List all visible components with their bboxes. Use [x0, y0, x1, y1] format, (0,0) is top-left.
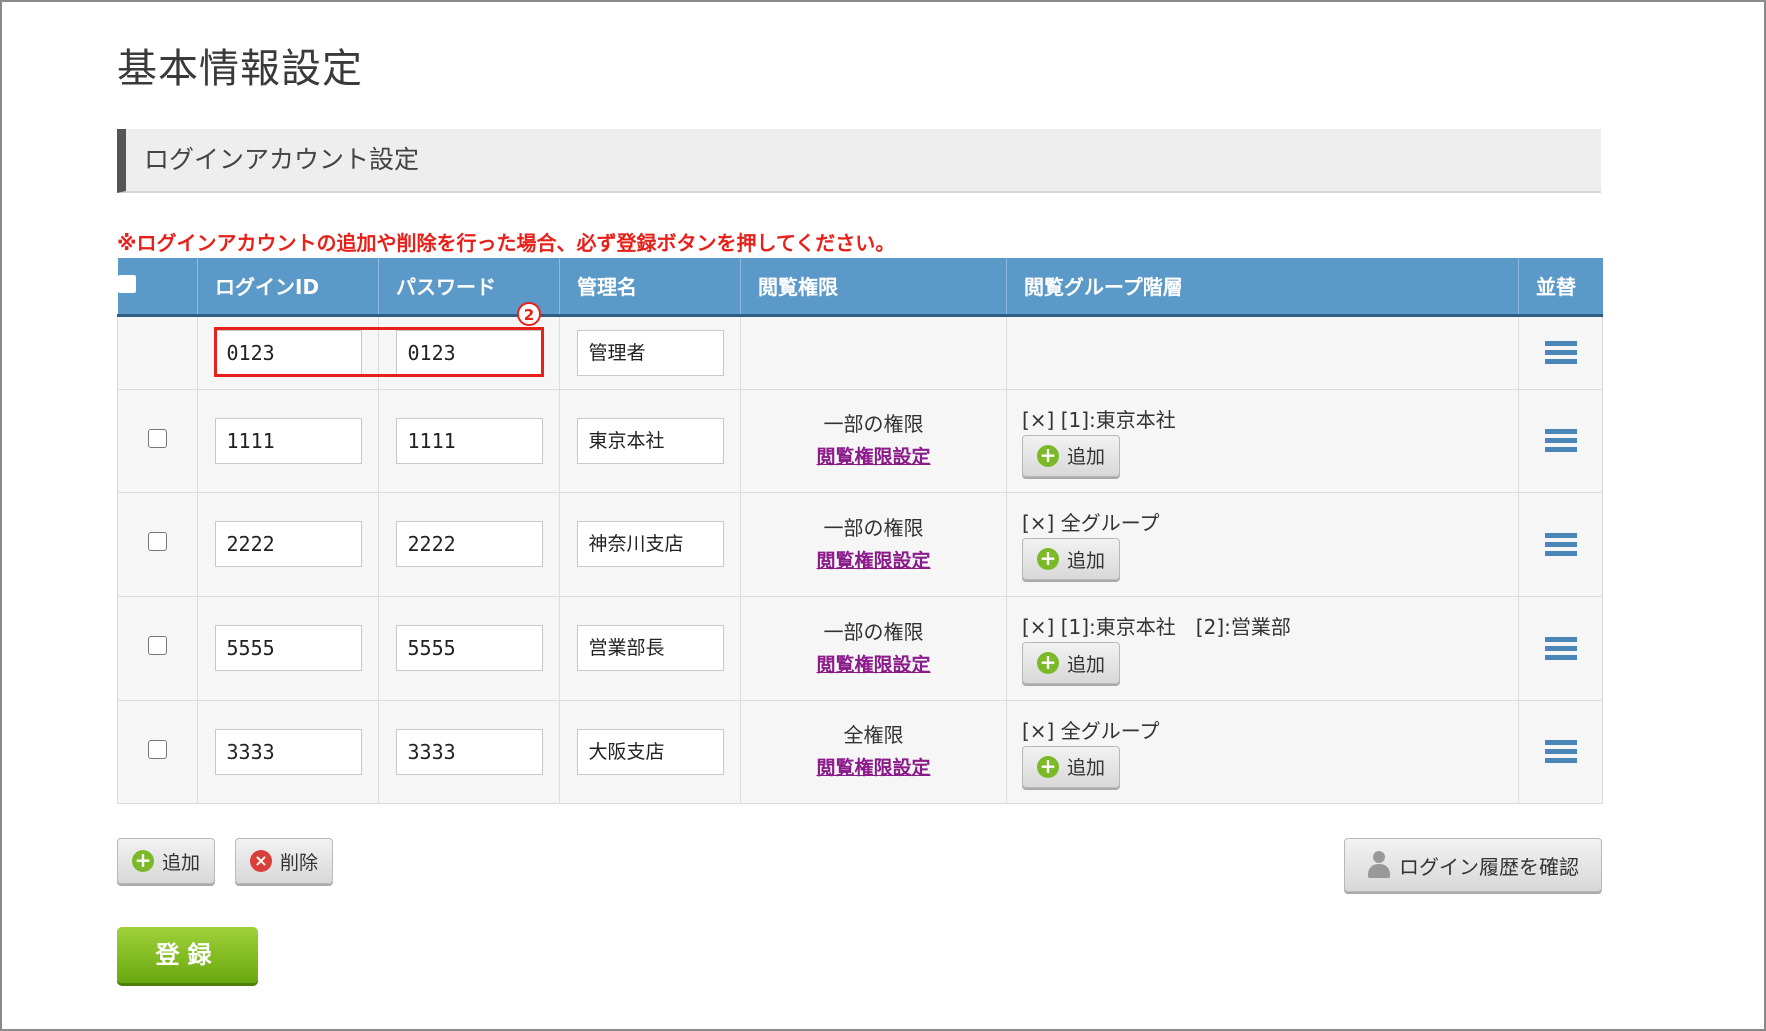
login-id-input[interactable]: 2222 — [214, 521, 362, 567]
col-view-group: 閲覧グループ階層 — [1006, 258, 1519, 317]
login-history-button[interactable]: ログイン履歴を確認 — [1344, 838, 1602, 892]
drag-handle-icon[interactable] — [1544, 636, 1577, 660]
permission-cell — [740, 314, 1007, 390]
password-input[interactable]: 2222 — [395, 521, 543, 567]
section-header: ログインアカウント設定 — [117, 129, 1601, 193]
password-input[interactable]: 5555 — [395, 625, 543, 671]
add-account-button[interactable]: + 追加 — [117, 838, 216, 884]
table-row: 3333 3333 大阪支店 全権限 閲覧権限設定 [×] 全グループ + 追加 — [117, 699, 1603, 804]
login-id-input[interactable]: 5555 — [214, 625, 362, 671]
table-row: 5555 5555 営業部長 一部の権限 閲覧権限設定 [×] [1]:東京本社… — [117, 595, 1603, 701]
step-badge: 2 — [517, 302, 541, 326]
group-cell — [1006, 314, 1519, 390]
user-icon — [1367, 851, 1391, 879]
permission-text: 全権限 — [843, 723, 904, 747]
permission-settings-link[interactable]: 閲覧権限設定 — [816, 757, 930, 779]
table-header-row: ログインID パスワード 管理名 閲覧権限 閲覧グループ階層 並替 — [117, 258, 1603, 317]
plus-icon: + — [1037, 548, 1059, 570]
permission-settings-link[interactable]: 閲覧権限設定 — [816, 654, 930, 676]
group-list: [×] 全グループ — [1022, 511, 1160, 535]
admin-name-input[interactable]: 東京本社 — [576, 417, 724, 464]
col-admin-name: 管理名 — [559, 258, 741, 317]
table-row: 2222 2222 神奈川支店 一部の権限 閲覧権限設定 [×] 全グループ +… — [117, 491, 1603, 597]
password-input[interactable]: 1111 — [395, 417, 543, 464]
row-checkbox[interactable] — [148, 636, 167, 655]
col-view-permission: 閲覧権限 — [740, 258, 1007, 317]
add-group-button[interactable]: + 追加 — [1022, 434, 1121, 477]
plus-icon: + — [1037, 444, 1059, 467]
group-list: [×] 全グループ — [1022, 718, 1160, 743]
login-id-input[interactable]: 3333 — [214, 728, 362, 775]
table-row: 1111 1111 東京本社 一部の権限 閲覧権限設定 [×] [1]:東京本社… — [117, 388, 1603, 493]
add-group-button[interactable]: + 追加 — [1022, 642, 1121, 684]
plus-icon: + — [1037, 652, 1059, 674]
permission-text: 一部の権限 — [823, 412, 924, 436]
password-input[interactable]: 3333 — [395, 728, 543, 775]
select-all-cell — [117, 258, 198, 317]
page-title: 基本情報設定 — [117, 46, 363, 92]
row-checkbox[interactable] — [148, 532, 167, 551]
plus-icon: + — [132, 850, 154, 872]
drag-handle-icon[interactable] — [1544, 532, 1577, 556]
group-list: [×] [1]:東京本社 — [1022, 407, 1176, 432]
permission-text: 一部の権限 — [823, 619, 924, 644]
drag-handle-icon[interactable] — [1544, 341, 1577, 364]
plus-icon: + — [1037, 755, 1059, 778]
group-list: [×] [1]:東京本社 [2]:営業部 — [1022, 615, 1291, 639]
drag-handle-icon[interactable] — [1544, 740, 1577, 763]
notice-text: ※ログインアカウントの追加や削除を行った場合、必ず登録ボタンを押してください。 — [117, 231, 896, 255]
add-group-button[interactable]: + 追加 — [1022, 745, 1121, 788]
select-all-checkbox[interactable] — [117, 274, 136, 293]
drag-handle-icon[interactable] — [1544, 429, 1577, 452]
row-checkbox[interactable] — [148, 739, 167, 759]
col-login-id: ログインID — [197, 258, 379, 317]
close-icon: × — [250, 850, 272, 872]
submit-button[interactable]: 登録 — [117, 927, 258, 983]
row-checkbox[interactable] — [148, 428, 167, 448]
admin-name-input[interactable]: 営業部長 — [576, 625, 724, 671]
admin-name-input[interactable]: 管理者 — [576, 329, 724, 376]
delete-account-button[interactable]: × 削除 — [235, 838, 334, 884]
admin-name-input[interactable]: 大阪支店 — [576, 728, 724, 775]
login-id-input[interactable]: 1111 — [214, 417, 362, 464]
permission-settings-link[interactable]: 閲覧権限設定 — [816, 550, 930, 572]
permission-settings-link[interactable]: 閲覧権限設定 — [816, 446, 930, 468]
highlight-box — [214, 327, 544, 377]
admin-name-input[interactable]: 神奈川支店 — [576, 521, 724, 567]
checkbox-cell — [117, 314, 198, 390]
col-sort: 並替 — [1518, 258, 1603, 317]
permission-text: 一部の権限 — [823, 515, 924, 540]
add-group-button[interactable]: + 追加 — [1022, 538, 1121, 580]
